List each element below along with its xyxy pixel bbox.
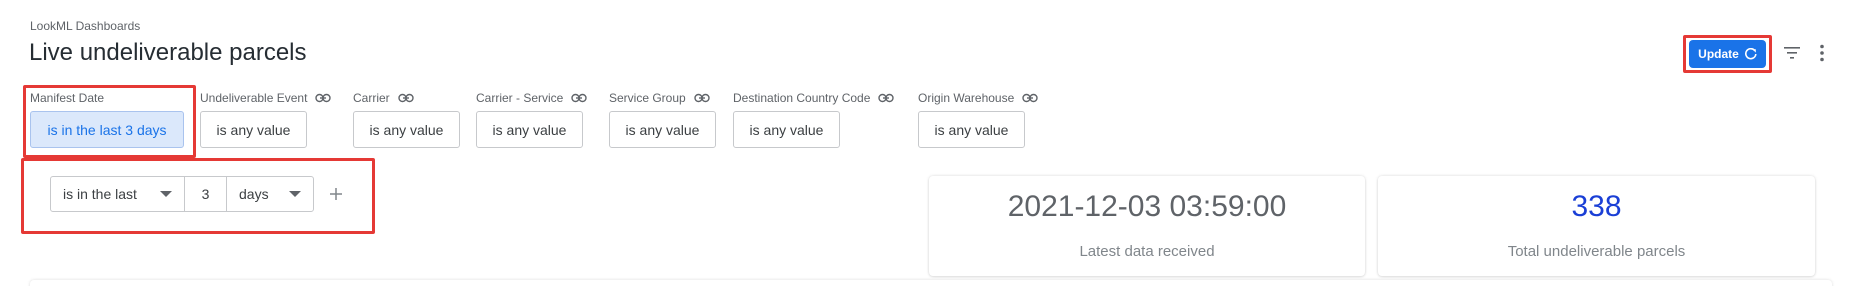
filter-label: Destination Country Code [733,91,871,105]
filter-value-chip[interactable]: is any value [733,111,840,148]
page-title: Live undeliverable parcels [29,39,307,66]
date-expression-editor: is in the last 3 days [50,176,314,212]
dashboard-tile-partial [30,280,1832,286]
filter-value-chip[interactable]: is any value [609,111,716,148]
unit-select[interactable]: days [227,177,313,211]
update-button-label: Update [1698,47,1739,61]
filter-value-chip[interactable]: is any value [918,111,1025,148]
filter-icon[interactable] [1784,46,1800,60]
number-input[interactable]: 3 [185,177,227,211]
link-icon[interactable] [1022,93,1038,103]
update-button[interactable]: Update [1689,40,1766,68]
filter-label: Manifest Date [30,91,105,105]
chevron-down-icon [289,191,301,197]
tile-value: 338 [1571,190,1622,223]
latest-data-tile: 2021-12-03 03:59:00 Latest data received [929,176,1365,276]
filter-label: Origin Warehouse [918,91,1015,105]
filter-value-chip[interactable]: is any value [200,111,307,148]
link-icon[interactable] [397,93,414,103]
filter-label: Carrier - Service [476,91,564,105]
operator-select[interactable]: is in the last [51,177,185,211]
add-icon[interactable] [328,186,344,202]
filter-value-chip[interactable]: is any value [476,111,583,148]
link-icon[interactable] [878,93,895,103]
filter-value-chip[interactable]: is any value [353,111,460,148]
filter-label: Undeliverable Event [200,91,308,105]
refresh-icon [1744,48,1757,60]
total-undeliverable-tile: 338 Total undeliverable parcels [1378,176,1815,276]
tile-value: 2021-12-03 03:59:00 [1007,190,1287,223]
tile-label: Total undeliverable parcels [1507,243,1686,260]
link-icon[interactable] [315,93,332,103]
filter-label: Carrier [353,91,390,105]
link-icon[interactable] [694,93,710,103]
chevron-down-icon [160,191,172,197]
operator-value: is in the last [63,186,137,202]
filter-label: Service Group [609,91,686,105]
more-vert-icon[interactable] [1820,44,1824,62]
link-icon[interactable] [571,93,588,103]
filter-value-chip[interactable]: is in the last 3 days [30,111,184,148]
tile-label: Latest data received [1079,243,1215,260]
unit-value: days [239,186,269,202]
breadcrumb[interactable]: LookML Dashboards [30,19,140,33]
